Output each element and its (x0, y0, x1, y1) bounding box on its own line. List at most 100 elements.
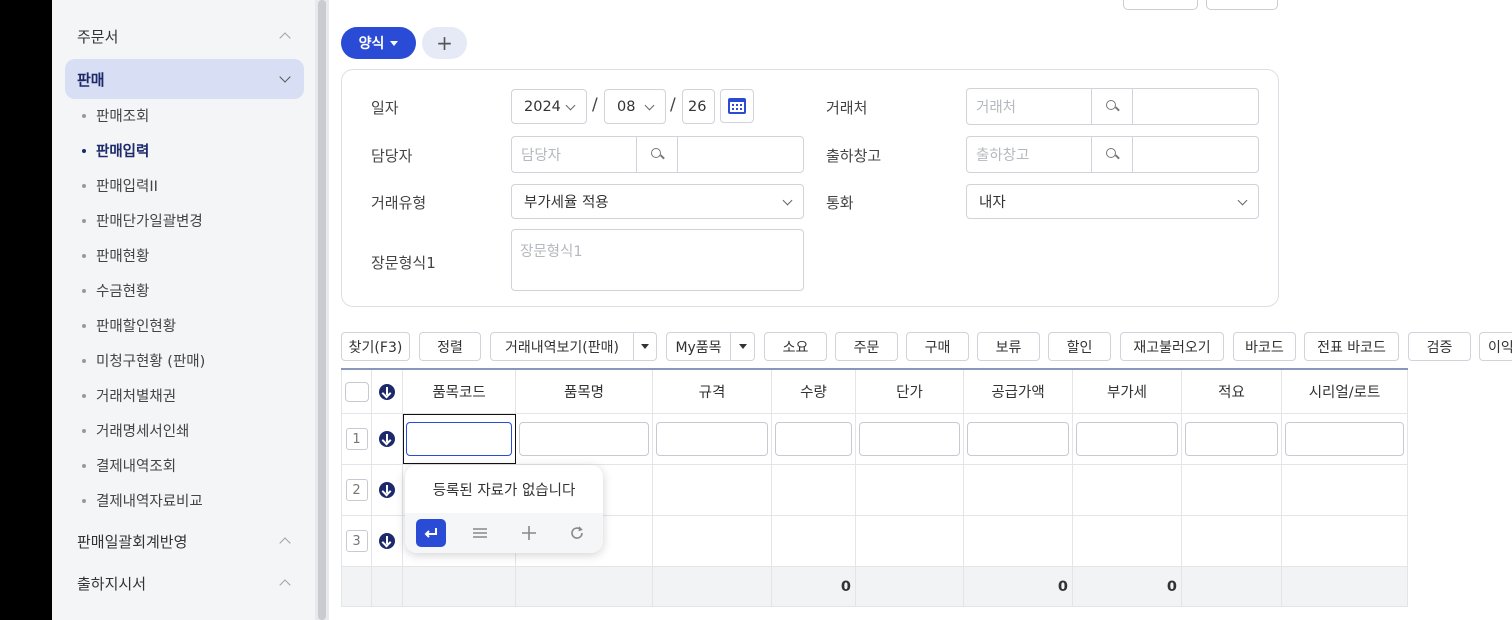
sidebar-item-receivables[interactable]: 거래처별채권 (82, 378, 176, 413)
spec-cell[interactable] (653, 465, 772, 515)
qty-cell[interactable] (772, 465, 856, 515)
expand-all-cell[interactable] (372, 370, 403, 413)
unit-price-cell[interactable] (856, 516, 964, 566)
sidebar-item-unbilled-status[interactable]: 미청구현황 (판매) (82, 343, 205, 378)
col-remarks[interactable]: 적요 (1182, 370, 1282, 413)
sidebar-item-sales-query[interactable]: 판매조회 (82, 98, 149, 133)
sidebar-item-collection-status[interactable]: 수금현황 (82, 273, 149, 308)
discount-button[interactable]: 할인 (1048, 332, 1111, 361)
nav-group-order[interactable]: 주문서 (65, 16, 304, 56)
select-all-cell[interactable] (341, 370, 372, 413)
serial-cell[interactable] (1282, 516, 1408, 566)
col-item-code[interactable]: 품목코드 (403, 370, 516, 413)
add-button[interactable] (514, 519, 544, 547)
load-stock-button[interactable]: 재고불러오기 (1120, 332, 1224, 361)
sort-button[interactable]: 정렬 (419, 332, 481, 361)
remarks-input[interactable] (1185, 422, 1278, 456)
download-circle-icon[interactable] (379, 533, 395, 549)
supply-input[interactable] (967, 422, 1069, 456)
sidebar-item-payment-query[interactable]: 결제내역조회 (82, 448, 176, 483)
nav-group-batch-accounting[interactable]: 판매일괄회계반영 (65, 521, 304, 561)
sidebar-item-statement-print[interactable]: 거래명세서인쇄 (82, 413, 189, 448)
add-tab-button[interactable]: + (422, 27, 467, 59)
warehouse-name-field[interactable] (1133, 137, 1258, 172)
serial-input[interactable] (1285, 422, 1404, 456)
supply-cell[interactable] (964, 414, 1073, 464)
sidebar-item-sales-entry-2[interactable]: 판매입력II (82, 168, 158, 203)
remarks-cell[interactable] (1182, 414, 1282, 464)
row-expand-cell[interactable] (372, 465, 403, 515)
year-select[interactable]: 2024 (511, 89, 587, 124)
download-circle-icon[interactable] (379, 482, 395, 498)
manager-name-field[interactable] (678, 137, 803, 172)
customer-input[interactable]: 거래처 (967, 89, 1092, 124)
warehouse-search-button[interactable] (1092, 137, 1133, 172)
sidebar-scrollbar[interactable] (315, 0, 329, 620)
download-circle-icon[interactable] (379, 383, 395, 400)
month-select[interactable]: 08 (604, 89, 666, 124)
item-code-cell[interactable] (403, 414, 516, 464)
order-button[interactable]: 주문 (835, 332, 898, 361)
supply-cell[interactable] (964, 516, 1073, 566)
consume-button[interactable]: 소요 (764, 332, 827, 361)
unit-price-cell[interactable] (856, 414, 964, 464)
remarks-cell[interactable] (1182, 465, 1282, 515)
unit-price-cell[interactable] (856, 465, 964, 515)
history-button[interactable]: 거래내역보기(판매) (490, 332, 634, 361)
select-all-checkbox[interactable] (344, 381, 369, 402)
item-name-input[interactable] (519, 422, 649, 456)
enter-button[interactable] (416, 519, 446, 547)
col-qty[interactable]: 수량 (772, 370, 856, 413)
customer-name-field[interactable] (1133, 89, 1258, 124)
customer-search[interactable]: 거래처 (966, 88, 1259, 125)
serial-cell[interactable] (1282, 465, 1408, 515)
day-input[interactable]: 26 (682, 89, 715, 124)
row-expand-cell[interactable] (372, 516, 403, 566)
top-button[interactable] (1206, 0, 1278, 10)
hold-button[interactable]: 보류 (977, 332, 1040, 361)
trade-type-select[interactable]: 부가세율 적용 (511, 184, 804, 219)
refresh-button[interactable] (562, 519, 592, 547)
col-vat[interactable]: 부가세 (1073, 370, 1182, 413)
more-button[interactable]: 이익 (1479, 332, 1512, 361)
sidebar-item-sales-status[interactable]: 판매현황 (82, 238, 149, 273)
spec-input[interactable] (656, 422, 768, 456)
template-button[interactable]: 양식 (341, 27, 416, 59)
manager-input[interactable]: 담당자 (512, 137, 637, 172)
manager-search[interactable]: 담당자 (511, 136, 804, 173)
scrollbar-thumb[interactable] (318, 0, 326, 620)
sidebar-item-price-bulk-change[interactable]: 판매단가일괄변경 (82, 203, 203, 238)
col-supply-amount[interactable]: 공급가액 (964, 370, 1073, 413)
sidebar-item-discount-status[interactable]: 판매할인현황 (82, 308, 176, 343)
vat-cell[interactable] (1073, 465, 1182, 515)
serial-cell[interactable] (1282, 414, 1408, 464)
vat-cell[interactable] (1073, 414, 1182, 464)
qty-cell[interactable] (772, 414, 856, 464)
spec-cell[interactable] (653, 414, 772, 464)
top-button[interactable] (1123, 0, 1198, 10)
barcode-button[interactable]: 바코드 (1233, 332, 1296, 361)
col-item-name[interactable]: 품목명 (516, 370, 653, 413)
item-code-input[interactable] (406, 422, 512, 456)
spec-cell[interactable] (653, 516, 772, 566)
remarks-cell[interactable] (1182, 516, 1282, 566)
nav-group-shipping[interactable]: 출하지시서 (65, 563, 304, 603)
customer-search-button[interactable] (1092, 89, 1133, 124)
manager-search-button[interactable] (637, 137, 678, 172)
qty-cell[interactable] (772, 516, 856, 566)
my-items-button[interactable]: My품목 (666, 332, 731, 361)
item-name-cell[interactable] (516, 414, 653, 464)
unit-price-input[interactable] (859, 422, 960, 456)
qty-input[interactable] (775, 422, 852, 456)
download-circle-icon[interactable] (379, 431, 395, 447)
col-unit-price[interactable]: 단가 (856, 370, 964, 413)
history-dropdown[interactable] (634, 332, 657, 361)
find-button[interactable]: 찾기(F3) (341, 332, 410, 361)
purchase-button[interactable]: 구매 (906, 332, 969, 361)
supply-cell[interactable] (964, 465, 1073, 515)
row-expand-cell[interactable] (372, 414, 403, 464)
nav-group-sales[interactable]: 판매 (65, 59, 304, 99)
my-items-dropdown[interactable] (731, 332, 755, 361)
sidebar-item-sales-entry[interactable]: 판매입력 (82, 133, 149, 168)
vat-input[interactable] (1076, 422, 1178, 456)
